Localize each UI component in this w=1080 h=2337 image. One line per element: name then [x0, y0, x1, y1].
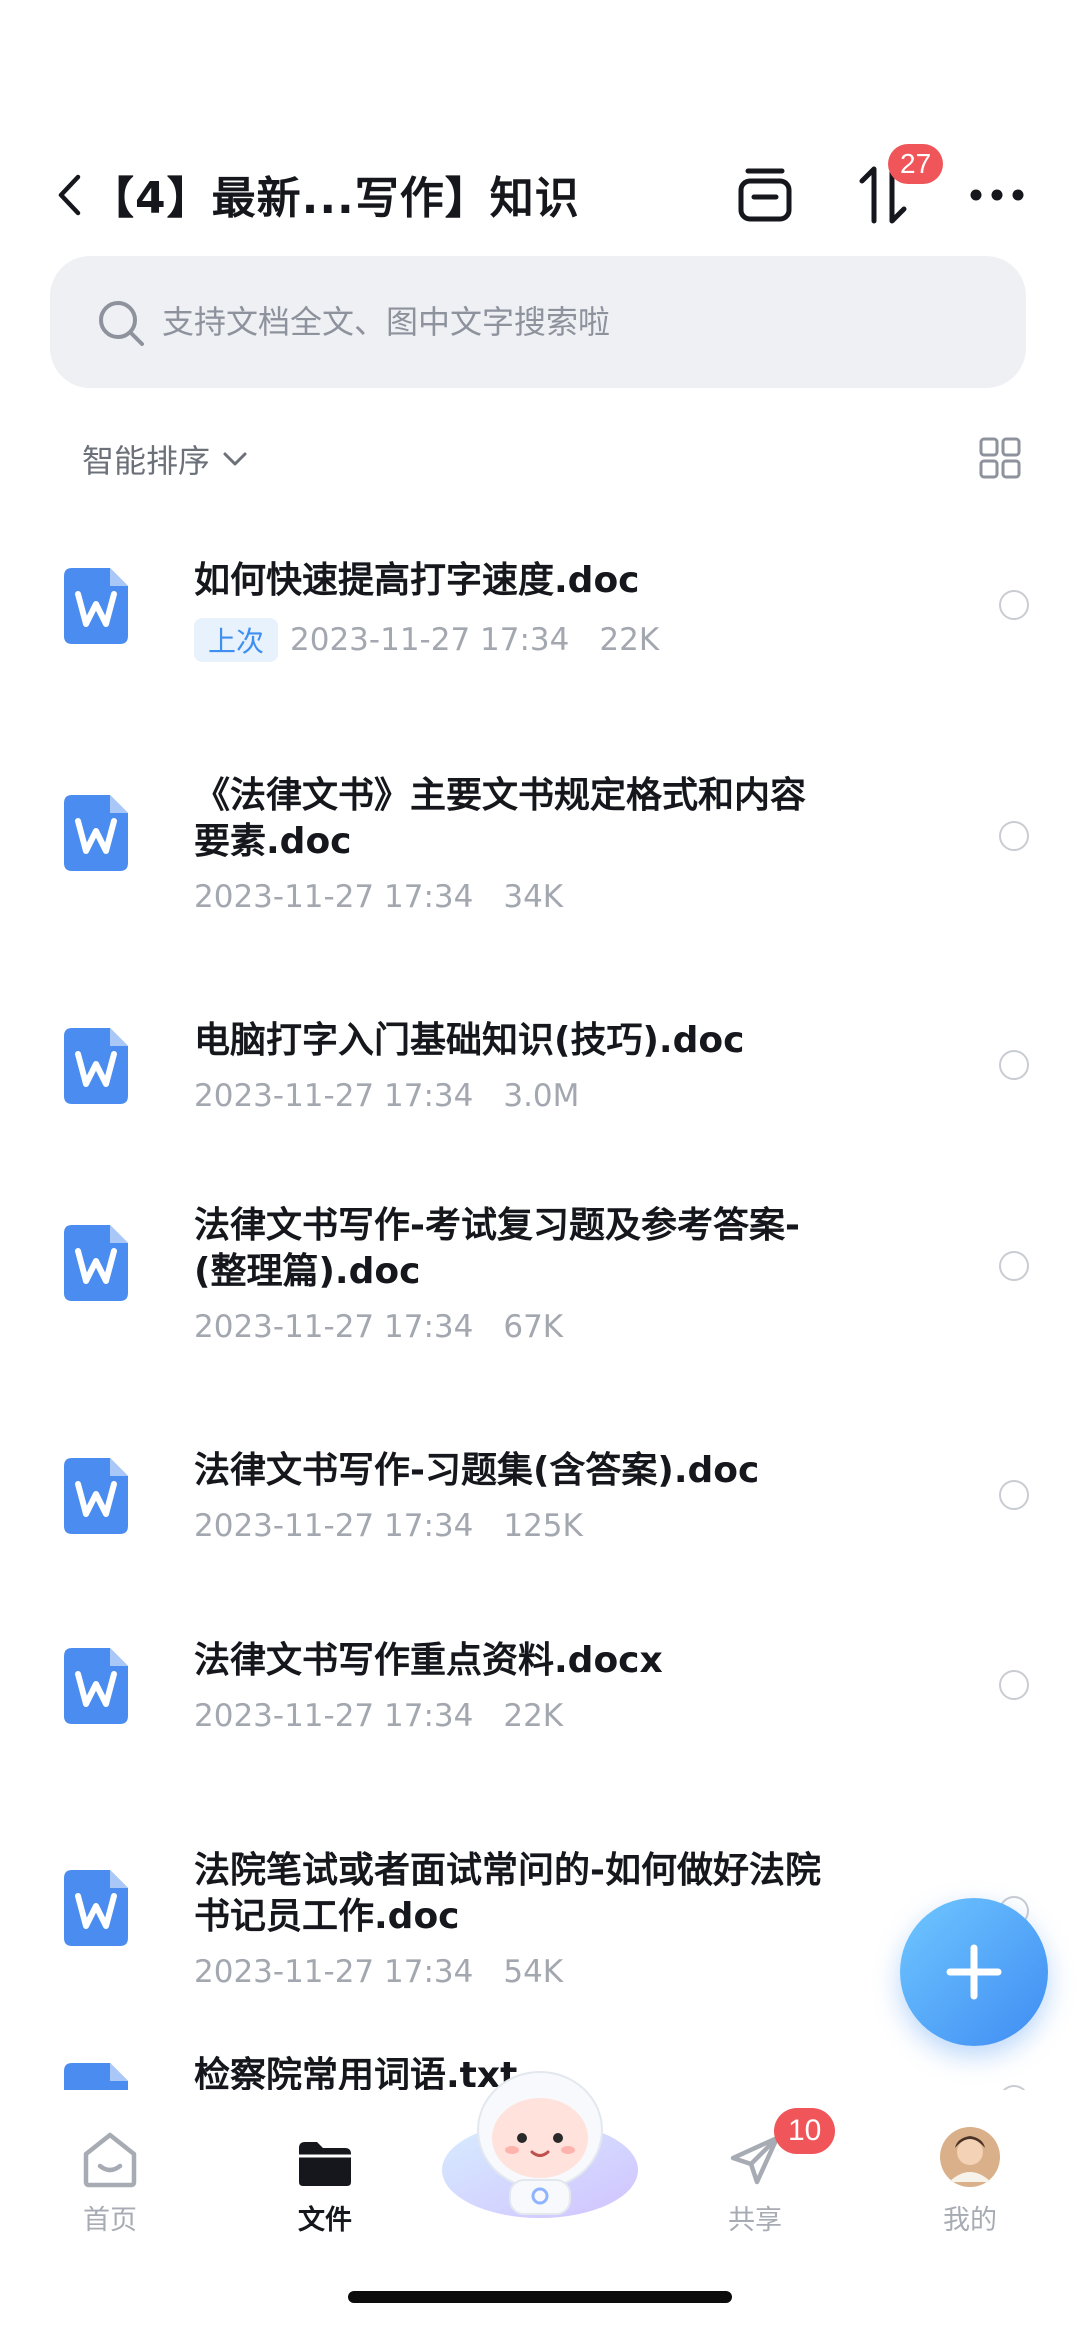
home-icon — [83, 2132, 137, 2188]
tab-me[interactable]: 我的 — [890, 2118, 1050, 2237]
file-meta: 2023-11-27 17:34 54K — [194, 1954, 563, 1990]
page-title: 【4】最新...写作】知识 — [90, 173, 580, 224]
file-name: 如何快速提高打字速度.doc — [194, 558, 894, 604]
select-checkbox[interactable] — [999, 1670, 1029, 1700]
tab-home-label: 首页 — [83, 2205, 137, 2236]
word-doc-icon — [64, 1458, 128, 1534]
more-button[interactable] — [962, 158, 1032, 232]
file-name: 法院笔试或者面试常问的-如何做好法院 书记员工作.doc — [194, 1848, 894, 1940]
file-modified-time: 2023-11-27 17:34 — [194, 1309, 474, 1345]
assistant-mascot-icon[interactable] — [440, 2060, 640, 2220]
file-row[interactable]: 法律文书写作-习题集(含答案).doc 2023-11-27 17:34 125K — [0, 1430, 1080, 1570]
word-doc-icon — [64, 1225, 128, 1301]
sort-label: 智能排序 — [82, 442, 211, 480]
file-size: 54K — [503, 1954, 564, 1990]
file-meta: 2023-11-27 17:34 3.0M — [194, 1078, 579, 1114]
select-checkbox[interactable] — [999, 1480, 1029, 1510]
more-dots-icon — [970, 189, 1024, 201]
file-meta: 2023-11-27 17:34 34K — [194, 879, 563, 915]
file-row[interactable]: 《法律文书》主要文书规定格式和内容 要素.doc 2023-11-27 17:34 3… — [0, 755, 1080, 945]
file-name: 电脑打字入门基础知识(技巧).doc — [194, 1018, 894, 1064]
file-size: 22K — [503, 1698, 564, 1734]
last-opened-badge: 上次 — [194, 618, 279, 662]
top-bar: 【4】最新...写作】知识 27 — [0, 140, 1080, 250]
tab-files[interactable]: 文件 — [245, 2118, 405, 2237]
file-modified-time: 2023-11-27 17:34 — [194, 1954, 474, 1990]
file-modified-time: 2023-11-27 17:34 — [194, 879, 474, 915]
sort-dropdown[interactable]: 智能排序 — [82, 436, 248, 482]
file-name: 《法律文书》主要文书规定格式和内容 要素.doc — [194, 773, 894, 865]
file-name-line: 法律文书写作重点资料.docx — [194, 1640, 663, 1681]
archive-button[interactable] — [730, 158, 800, 232]
folder-icon — [299, 2142, 351, 2186]
home-indicator — [348, 2291, 732, 2303]
add-button[interactable] — [900, 1898, 1048, 2046]
file-modified-time: 2023-11-27 17:34 — [194, 1508, 474, 1544]
file-name-line: 法律文书写作-考试复习题及参考答案- — [194, 1205, 800, 1246]
file-size: 3.0M — [503, 1078, 580, 1114]
select-checkbox[interactable] — [999, 1251, 1029, 1281]
tab-share-label: 共享 — [728, 2205, 782, 2236]
file-size: 34K — [503, 879, 564, 915]
file-name-line: (整理篇).doc — [194, 1251, 421, 1292]
word-doc-icon — [64, 1648, 128, 1724]
file-meta: 2023-11-27 17:34 67K — [194, 1309, 563, 1345]
chevron-down-icon — [223, 452, 247, 466]
file-modified-time: 2023-11-27 17:34 — [194, 1698, 474, 1734]
file-row[interactable]: 法律文书写作重点资料.docx 2023-11-27 17:34 22K — [0, 1620, 1080, 1760]
transfer-count-badge: 27 — [888, 144, 944, 184]
tab-me-label: 我的 — [943, 2205, 997, 2236]
file-size: 125K — [503, 1508, 583, 1544]
search-bar[interactable] — [50, 256, 1026, 388]
file-name-line: 要素.doc — [194, 821, 352, 862]
avatar-icon — [940, 2127, 1000, 2187]
chevron-left-icon — [58, 174, 81, 216]
file-modified-time: 2023-11-27 17:34 — [290, 622, 570, 658]
word-doc-icon — [64, 795, 128, 871]
word-doc-icon — [64, 568, 128, 644]
file-name-line: 如何快速提高打字速度.doc — [194, 560, 640, 601]
file-row[interactable]: 如何快速提高打字速度.doc 上次 2023-11-27 17:34 22K — [0, 540, 1080, 680]
tab-home[interactable]: 首页 — [30, 2118, 190, 2237]
file-name: 法律文书写作-习题集(含答案).doc — [194, 1448, 894, 1494]
search-input[interactable] — [162, 256, 982, 388]
select-checkbox[interactable] — [999, 821, 1029, 851]
file-modified-time: 2023-11-27 17:34 — [194, 1078, 474, 1114]
file-name-line: 书记员工作.doc — [194, 1896, 460, 1937]
file-row[interactable]: 电脑打字入门基础知识(技巧).doc 2023-11-27 17:34 3.0M — [0, 1000, 1080, 1140]
search-icon — [99, 301, 144, 346]
file-name-line: 法律文书写作-习题集(含答案).doc — [194, 1450, 760, 1491]
archive-icon — [738, 168, 792, 222]
file-meta: 2023-11-27 17:34 22K — [194, 1698, 563, 1734]
file-meta: 2023-11-27 17:34 125K — [194, 1508, 583, 1544]
file-name-line: 法院笔试或者面试常问的-如何做好法院 — [194, 1850, 821, 1891]
tab-files-label: 文件 — [298, 2205, 352, 2236]
file-name: 法律文书写作重点资料.docx — [194, 1638, 894, 1684]
plus-icon — [946, 1944, 1002, 2000]
file-row[interactable]: 法律文书写作-考试复习题及参考答案- (整理篇).doc 2023-11-27 17… — [0, 1185, 1080, 1375]
grid-view-icon[interactable] — [978, 436, 1022, 480]
word-doc-icon — [64, 1870, 128, 1946]
send-icon — [730, 2135, 780, 2185]
share-count-badge: 10 — [774, 2108, 836, 2154]
word-doc-icon — [64, 1028, 128, 1104]
file-name-line: 《法律文书》主要文书规定格式和内容 — [194, 775, 807, 816]
select-checkbox[interactable] — [999, 1050, 1029, 1080]
file-size: 22K — [599, 622, 660, 658]
file-name-line: 电脑打字入门基础知识(技巧).doc — [194, 1020, 745, 1061]
file-name: 法律文书写作-考试复习题及参考答案- (整理篇).doc — [194, 1203, 894, 1295]
select-checkbox[interactable] — [999, 590, 1029, 620]
file-meta: 上次 2023-11-27 17:34 22K — [194, 618, 659, 662]
file-size: 67K — [503, 1309, 564, 1345]
